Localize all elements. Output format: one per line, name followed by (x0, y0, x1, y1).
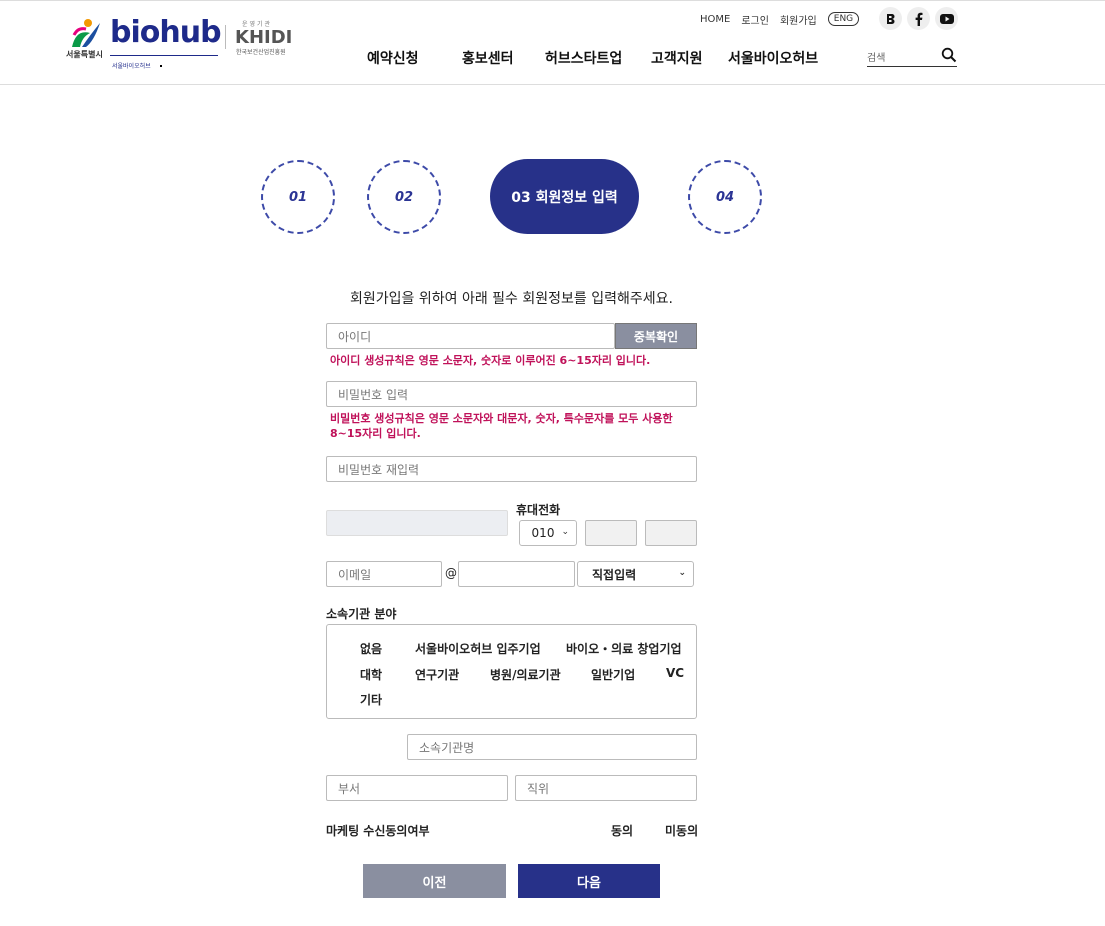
search-placeholder: 검색 (867, 53, 886, 64)
youtube-icon[interactable] (935, 7, 958, 30)
nav-hub-startup[interactable]: 허브스타트업 (545, 48, 622, 68)
nav-customer-support[interactable]: 고객지원 (651, 48, 703, 68)
email-domain-select[interactable]: 직접입력 ⌄ (577, 561, 694, 587)
khidi-logo-text: KHIDI (235, 27, 293, 48)
nav-promotion[interactable]: 홍보센터 (462, 48, 514, 68)
next-button[interactable]: 다음 (518, 864, 660, 898)
phone-label: 휴대전화 (516, 503, 561, 517)
sns-links (879, 7, 963, 30)
field-option-research[interactable]: 연구기관 (415, 666, 459, 683)
marketing-consent-label: 마케팅 수신동의여부 (326, 824, 430, 838)
id-input[interactable]: 아이디 (326, 323, 615, 349)
field-option-university[interactable]: 대학 (360, 666, 382, 683)
email-at-sign: @ (445, 566, 457, 580)
field-label: 소속기관 분야 (326, 607, 397, 621)
util-home-link[interactable]: HOME (700, 14, 730, 25)
util-join-link[interactable]: 회원가입 (780, 12, 817, 27)
email-domain-input[interactable] (458, 561, 575, 587)
util-login-link[interactable]: 로그인 (741, 12, 769, 27)
chevron-down-icon: ⌄ (678, 568, 686, 578)
marketing-agree-option[interactable]: 동의 (611, 822, 633, 839)
phone-prefix-value: 010 (531, 526, 555, 540)
site-header: 서울특별시 biohub 서울바이오허브 운영기관 KHIDI 한국보건산업진흥… (0, 0, 1105, 85)
field-option-hospital[interactable]: 병원/의료기관 (490, 666, 561, 683)
phone-prefix-select[interactable]: 010 ⌄ (519, 520, 577, 546)
step-3-active: 03 회원정보 입력 (490, 159, 639, 234)
password-input[interactable]: 비밀번호 입력 (326, 381, 697, 407)
step-2: 02 (367, 160, 441, 234)
password-confirm-placeholder: 비밀번호 재입력 (338, 462, 420, 477)
blog-icon[interactable] (879, 7, 902, 30)
name-input-disabled (326, 510, 508, 536)
biohub-logo-text: biohub (110, 15, 222, 50)
util-eng-link[interactable]: ENG (827, 12, 860, 26)
field-option-startup[interactable]: 바이오・의료 창업기업 (566, 640, 682, 657)
field-option-none[interactable]: 없음 (360, 640, 382, 657)
nav-seoul-biohub[interactable]: 서울바이오허브 (728, 48, 818, 68)
field-option-resident[interactable]: 서울바이오허브 입주기업 (415, 640, 541, 657)
chevron-down-icon: ⌄ (561, 527, 569, 537)
org-name-input[interactable]: 소속기관명 (407, 734, 697, 760)
department-input[interactable]: 부서 (326, 775, 508, 801)
field-option-company[interactable]: 일반기업 (591, 666, 635, 683)
password-rule-message: 비밀번호 생성규칙은 영문 소문자와 대문자, 숫자, 특수문자를 모두 사용한… (330, 412, 673, 440)
utility-menu: HOME 로그인 회원가입 ENG (700, 9, 860, 29)
form-intro: 회원가입을 위하여 아래 필수 회원정보를 입력해주세요. (350, 291, 673, 307)
search-input[interactable]: 검색 (867, 45, 957, 67)
email-id-input[interactable]: 이메일 (326, 561, 442, 587)
id-rule-message: 아이디 생성규칙은 영문 소문자, 숫자로 이루어진 6~15자리 입니다. (330, 354, 651, 367)
phone-last-input[interactable] (645, 520, 697, 546)
search-icon[interactable] (941, 47, 957, 63)
password-confirm-input[interactable]: 비밀번호 재입력 (326, 456, 697, 482)
nav-reservation[interactable]: 예약신청 (367, 48, 419, 68)
field-option-etc[interactable]: 기타 (360, 691, 382, 708)
position-input[interactable]: 직위 (515, 775, 697, 801)
phone-middle-input[interactable] (585, 520, 637, 546)
facebook-icon[interactable] (907, 7, 930, 30)
email-domain-select-value: 직접입력 (592, 567, 637, 582)
marketing-disagree-option[interactable]: 미동의 (665, 822, 698, 839)
prev-button[interactable]: 이전 (363, 864, 506, 898)
logo-divider (225, 25, 226, 49)
step-1: 01 (261, 160, 335, 234)
step-4: 04 (688, 160, 762, 234)
field-option-vc[interactable]: VC (666, 666, 684, 680)
duplicate-check-button[interactable]: 중복확인 (615, 323, 697, 349)
